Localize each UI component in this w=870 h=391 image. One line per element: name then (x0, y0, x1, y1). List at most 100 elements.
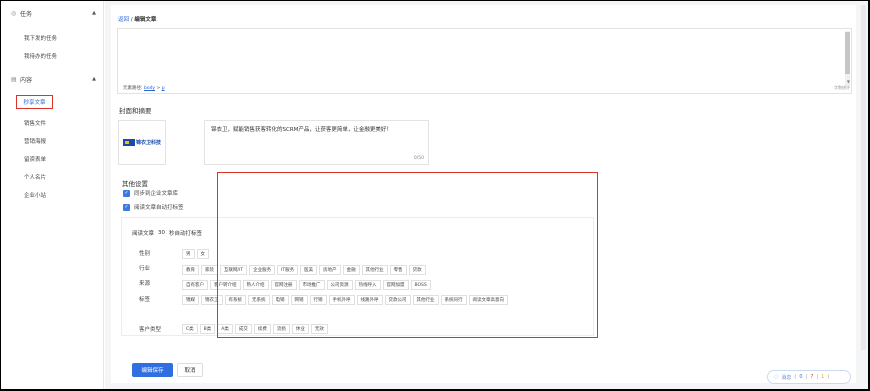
message-count-blue: 0 (799, 374, 803, 380)
sidebar-group-content[interactable]: ▤ 内容 ▲ (1, 73, 104, 85)
tag-chip[interactable]: 无系统 (248, 295, 270, 305)
tag-chip[interactable]: C类 (182, 324, 198, 334)
tag-chip[interactable]: 休业 (291, 324, 309, 334)
edit-article-card: 返回 / 编辑文章 ▼ 元素路径: body > p 字数统计 封面和摘要 锦衣… (111, 5, 856, 383)
tag-chip[interactable]: 系统同行 (440, 295, 467, 305)
summary-text: 锦衣卫，赋能销售获客转化的SCRM产品，让获客更简单，让金融更美好！ (211, 127, 392, 133)
tag-chip[interactable]: 续费 (253, 324, 271, 334)
logo-mark-icon (122, 139, 135, 146)
row-label-source: 来源 (139, 281, 151, 287)
tag-chip[interactable]: 锦衣卫 (201, 295, 223, 305)
cover-image[interactable]: 锦衣卫科技 (118, 120, 166, 165)
tag-chip[interactable]: 无效 (310, 324, 328, 334)
sidebar-item-sales-files[interactable]: 销售文件 (24, 119, 46, 127)
tag-chip[interactable]: 房地产 (319, 265, 341, 275)
checkbox-auto-tag[interactable]: ✓ 阅读文章自动打标签 (123, 203, 184, 211)
sidebar-group-tasks[interactable]: ◎ 任务 ▲ (1, 7, 104, 19)
tags-gender: 男 女 (182, 249, 512, 259)
tag-chip[interactable]: B类 (199, 324, 216, 334)
message-bar[interactable]: ◌ 消息 ( 0 | 7 | 1 ) (767, 370, 851, 384)
tag-chip[interactable]: 互联网/IT (220, 265, 248, 275)
tag-chip[interactable]: 贷款 (408, 265, 426, 275)
tag-chip[interactable]: 女 (196, 249, 209, 259)
tag-chip[interactable]: 其他行业 (412, 295, 439, 305)
tag-chip[interactable]: 线路外呼 (356, 295, 383, 305)
tag-chip[interactable]: 市场推广 (298, 280, 325, 290)
tag-chip[interactable]: 企业服务 (249, 265, 276, 275)
tag-chip[interactable]: 家装 (201, 265, 218, 275)
tag-chip[interactable]: 官网注册 (270, 280, 297, 290)
tags-source: 自有客户 客户转介绍 熟人介绍 官网注册 市场推广 公司资源 热线呼入 官网加盟… (182, 280, 512, 290)
tag-chip[interactable]: 阅读文章高意向 (468, 295, 508, 305)
sidebar-item-forms[interactable]: 留资表单 (24, 155, 46, 163)
summary-textarea[interactable]: 锦衣卫，赋能销售获客转化的SCRM产品，让获客更简单，让金融更美好！ 0/50 (204, 120, 429, 165)
save-button[interactable]: 编辑保存 (132, 363, 173, 377)
logo-text: 锦衣卫科技 (135, 140, 161, 146)
tag-chip[interactable]: IT服务 (277, 265, 299, 275)
tag-chip[interactable]: 零售 (389, 265, 407, 275)
sidebar-item-mini-site[interactable]: 企业小站 (24, 191, 46, 199)
checkbox-checked-icon[interactable]: ✓ (123, 189, 130, 197)
sidebar: ◎ 任务 ▲ 我下发的任务 我待办的任务 ▤ 内容 ▲ 秒享文章 销售文件 营销… (1, 1, 104, 389)
tag-chip[interactable]: 电销 (271, 295, 289, 305)
tag-chip[interactable]: 男 (182, 249, 195, 259)
cancel-button[interactable]: 取消 (177, 363, 203, 377)
sidebar-item-business-card[interactable]: 个人名片 (24, 173, 46, 181)
back-link[interactable]: 返回 (118, 17, 129, 23)
word-count: 字数统计 (834, 85, 850, 90)
element-path-p[interactable]: p (162, 86, 165, 91)
tag-chip[interactable]: 医美 (300, 265, 318, 275)
sidebar-item-articles[interactable]: 秒享文章 (16, 95, 53, 109)
tag-chip[interactable]: 成交 (234, 324, 252, 334)
sidebar-item-my-issued-tasks[interactable]: 我下发的任务 (24, 34, 57, 42)
message-sep: | (805, 374, 808, 380)
tag-chip[interactable]: 熟人介绍 (242, 280, 269, 290)
tag-chip[interactable]: 自有客户 (182, 280, 208, 290)
tag-chip[interactable]: 锦媒 (182, 295, 199, 305)
page-title: 编辑文章 (134, 17, 157, 23)
message-open: ( (794, 374, 797, 380)
tag-chip[interactable]: 流损 (272, 324, 290, 334)
sidebar-group-label: 内容 (20, 76, 33, 84)
tag-chip[interactable]: 客户转介绍 (210, 280, 241, 290)
tag-chip[interactable]: 教育 (182, 265, 199, 275)
element-path: 元素路径: body > p (123, 85, 165, 91)
tag-chip[interactable]: 公司资源 (326, 280, 353, 290)
rich-text-editor[interactable]: ▼ 元素路径: body > p 字数统计 (117, 28, 852, 94)
read-suffix: 秒自动打标签 (169, 231, 203, 237)
tag-chip[interactable]: A类 (217, 324, 233, 334)
tag-chip[interactable]: 网销 (290, 295, 308, 305)
read-seconds-input[interactable]: 30 (158, 230, 165, 236)
tag-chip[interactable]: 手机外呼 (328, 295, 355, 305)
read-prefix: 阅读文章 (132, 231, 155, 237)
tag-chip[interactable]: 金融 (342, 265, 360, 275)
breadcrumb: 返回 / 编辑文章 (118, 15, 156, 23)
message-sep: | (816, 374, 819, 380)
page-scrollbar[interactable] (861, 5, 866, 350)
scroll-down-icon[interactable]: ▼ (847, 79, 850, 84)
tag-chip[interactable]: 有系统 (224, 295, 246, 305)
sidebar-item-posters[interactable]: 营销海报 (24, 137, 46, 145)
tag-chip[interactable]: 官网加盟 (382, 280, 409, 290)
tag-chip[interactable]: 其他行业 (361, 265, 388, 275)
other-settings-title: 其他设置 (122, 180, 148, 188)
row-label-tag: 标签 (139, 297, 151, 303)
tag-chip[interactable]: 行销 (309, 295, 327, 305)
auto-tag-panel: 阅读文章 30 秒自动打标签 性别 男 女 行业 教育 家装 互联网/IT 企业… (121, 217, 594, 336)
main-area: 返回 / 编辑文章 ▼ 元素路径: body > p 字数统计 封面和摘要 锦衣… (105, 1, 868, 389)
checkbox-sync-library[interactable]: ✓ 同步到企业文章库 (123, 189, 178, 197)
element-path-body[interactable]: body (144, 86, 155, 91)
message-label: 消息 (781, 374, 792, 381)
app-window: ◎ 任务 ▲ 我下发的任务 我待办的任务 ▤ 内容 ▲ 秒享文章 销售文件 营销… (1, 1, 868, 389)
target-icon: ◎ (11, 9, 17, 17)
tag-chip[interactable]: 贷款公司 (384, 295, 411, 305)
read-seconds-line: 阅读文章 30 秒自动打标签 (132, 229, 202, 237)
tags-industry: 教育 家装 互联网/IT 企业服务 IT服务 医美 房地产 金融 其他行业 零售… (182, 265, 512, 275)
sidebar-item-my-todo-tasks[interactable]: 我待办的任务 (24, 52, 57, 60)
row-label-gender: 性别 (139, 251, 151, 257)
checkbox-checked-icon[interactable]: ✓ (123, 203, 130, 211)
editor-scrollbar-thumb[interactable] (845, 32, 850, 74)
row-label-industry: 行业 (139, 266, 151, 272)
tag-chip[interactable]: 热线呼入 (354, 280, 381, 290)
tag-chip[interactable]: BOSS (410, 280, 431, 290)
